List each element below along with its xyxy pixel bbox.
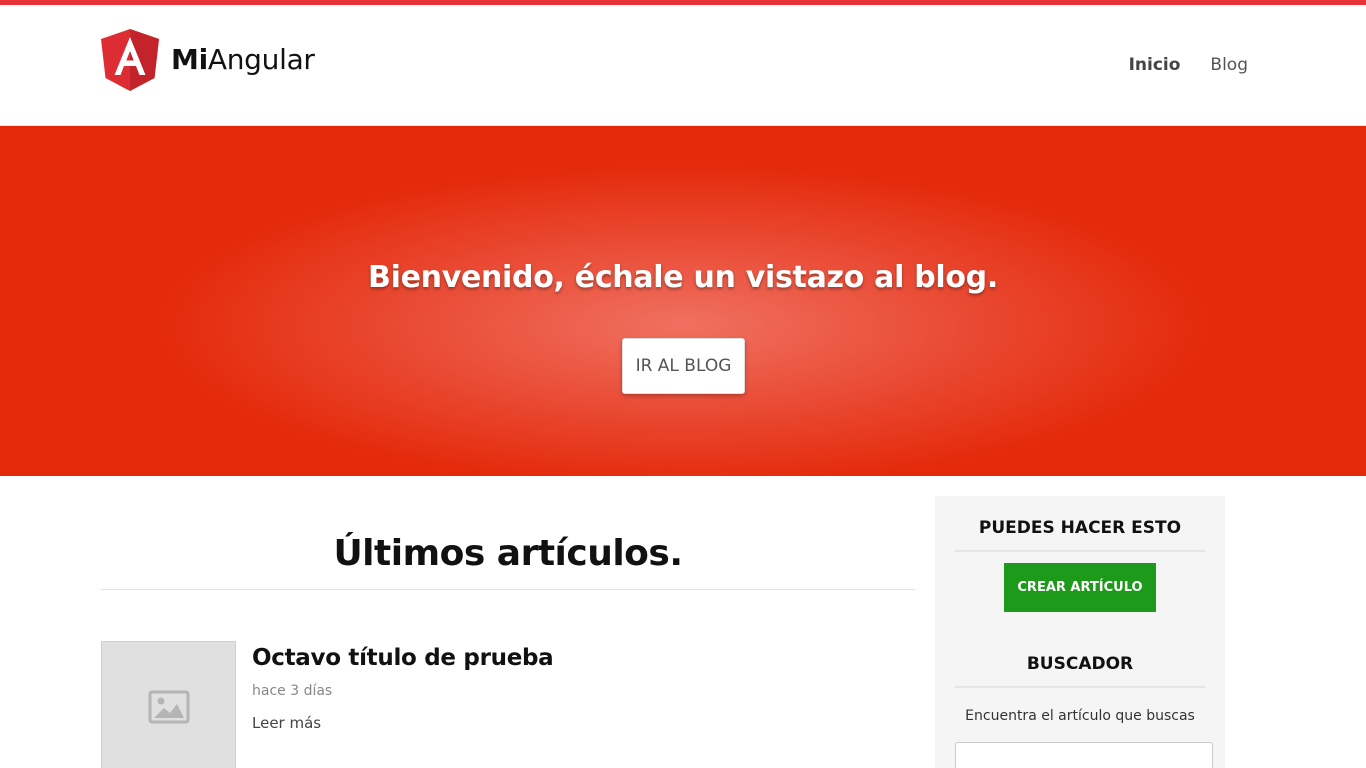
- brand-name: MiAngular: [171, 46, 315, 74]
- search-description: Encuentra el artículo que buscas: [965, 708, 1195, 724]
- search-heading: BUSCADOR: [1026, 654, 1134, 674]
- brand-name-light: Angular: [207, 43, 315, 76]
- logo-link[interactable]: MiAngular: [101, 29, 315, 91]
- article-title[interactable]: Octavo título de prueba: [252, 645, 554, 671]
- hero-banner: Bienvenido, échale un vistazo al blog. I…: [0, 126, 1366, 476]
- search-input[interactable]: [955, 742, 1213, 768]
- hero-title: Bienvenido, échale un vistazo al blog.: [368, 260, 998, 295]
- sidebar: PUEDES HACER ESTO CREAR ARTÍCULO BUSCADO…: [935, 496, 1225, 768]
- title-divider: [101, 589, 915, 590]
- search-divider: [955, 686, 1205, 688]
- go-to-blog-button[interactable]: IR AL BLOG: [622, 338, 745, 394]
- brand-name-bold: Mi: [171, 43, 208, 76]
- actions-heading: PUEDES HACER ESTO: [978, 518, 1182, 538]
- nav-item-blog[interactable]: Blog: [1210, 55, 1248, 75]
- actions-divider: [955, 550, 1205, 552]
- article-thumbnail[interactable]: [101, 641, 236, 768]
- angular-icon: [101, 29, 159, 91]
- article-card: Octavo título de prueba hace 3 días Leer…: [101, 641, 915, 768]
- create-article-button[interactable]: CREAR ARTÍCULO: [1004, 563, 1156, 612]
- image-placeholder-icon: [148, 690, 190, 728]
- nav-item-inicio[interactable]: Inicio: [1129, 55, 1181, 75]
- main-nav: Inicio Blog: [1129, 55, 1248, 75]
- read-more-link[interactable]: Leer más: [252, 714, 321, 732]
- latest-articles-title: Últimos artículos.: [333, 533, 683, 574]
- article-date: hace 3 días: [252, 683, 333, 699]
- site-header: MiAngular Inicio Blog: [0, 5, 1366, 126]
